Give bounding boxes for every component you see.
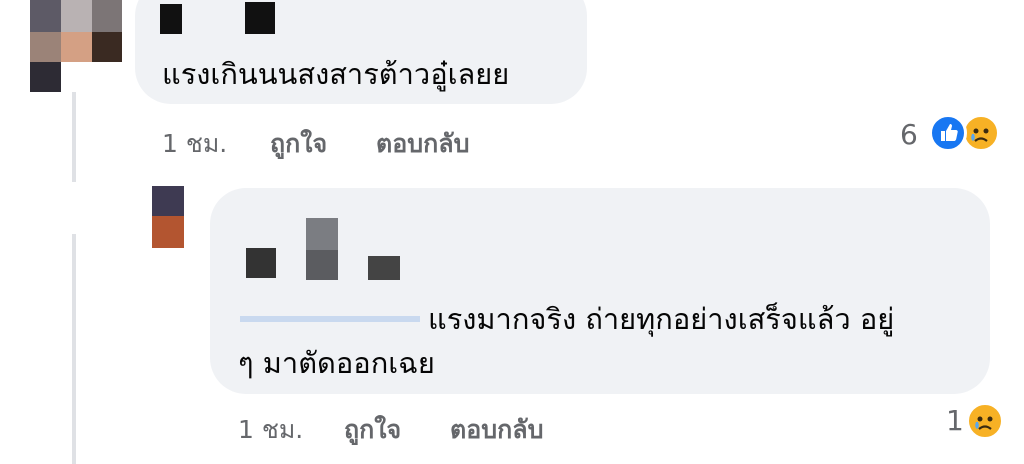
comment-text-line: แรงมากจริง ถ่ายทุกอย่างเสร็จแล้ว อยู่ [428, 302, 895, 336]
sad-icon [966, 402, 1004, 440]
reply-connector [60, 182, 90, 234]
thread-line [72, 88, 76, 464]
comment-actions: 1 ชม. ถูกใจ ตอบกลับ [238, 410, 638, 444]
avatar[interactable] [152, 186, 184, 248]
sad-icon [962, 114, 1000, 152]
like-link[interactable]: ถูกใจ [344, 410, 401, 450]
reaction-count: 1 [946, 404, 964, 437]
redacted-name [306, 250, 338, 280]
comment-text-line: ๆ มาตัดออกเฉย [238, 346, 435, 380]
reply-link[interactable]: ตอบกลับ [376, 124, 469, 164]
redacted-name [246, 248, 276, 278]
like-link[interactable]: ถูกใจ [270, 124, 327, 164]
comment-text: แรงเกินนนสงสารต้าวอู๋เลยย [162, 57, 510, 91]
redacted-name [368, 256, 400, 280]
redacted-name [160, 4, 182, 34]
redacted-name [245, 2, 275, 34]
comment-actions: 1 ชม. ถูกใจ ตอบกลับ [162, 124, 562, 158]
redacted-mention [240, 316, 420, 322]
reply-link[interactable]: ตอบกลับ [450, 410, 543, 450]
avatar[interactable] [30, 0, 122, 92]
reaction-count: 6 [900, 118, 918, 151]
like-icon [929, 114, 967, 152]
timestamp[interactable]: 1 ชม. [162, 124, 227, 164]
timestamp[interactable]: 1 ชม. [238, 410, 303, 450]
redacted-name [306, 218, 338, 250]
